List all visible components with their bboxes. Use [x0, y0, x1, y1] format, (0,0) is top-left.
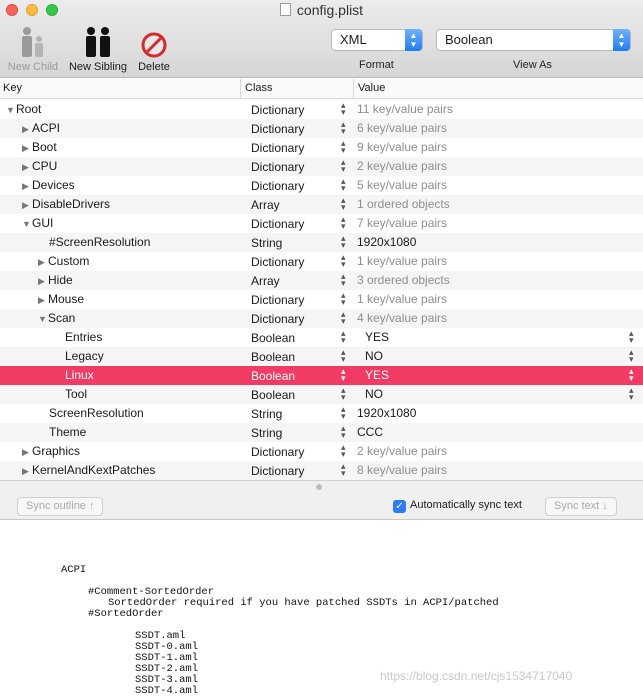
delete-icon — [141, 32, 167, 58]
outline-row-scan[interactable]: ▼Scan Dictionary ▴ ▾ 4 key/value pairs — [0, 309, 643, 328]
updown-arrows-icon[interactable]: ▴ ▾ — [341, 329, 346, 345]
outline-row-graphics[interactable]: ▶ Graphics Dictionary ▴ ▾ 2 key/value pair… — [0, 442, 643, 461]
outline-row-root[interactable]: ▼Root Dictionary ▴ ▾ 11 key/value pairs — [0, 100, 643, 119]
updown-arrows-icon[interactable]: ▴ ▾ — [341, 367, 346, 383]
auto-sync-checkbox[interactable]: ✓ — [393, 500, 406, 513]
updown-arrows-icon[interactable]: ▴ ▾ — [341, 215, 346, 231]
outline-row-gui[interactable]: ▼GUI Dictionary ▴ ▾ 7 key/value pairs — [0, 214, 643, 233]
updown-arrows-icon[interactable]: ▴ ▾ — [341, 158, 346, 174]
value-popup-arrows-icon[interactable]: ▴ ▾ — [629, 348, 634, 364]
text-line: SSDT-4.aml — [135, 685, 199, 697]
disclosure-closed-icon[interactable]: ▶ — [22, 162, 32, 173]
disclosure-closed-icon[interactable]: ▶ — [22, 466, 32, 477]
updown-arrows-icon[interactable]: ▴ ▾ — [341, 272, 346, 288]
new-sibling-icon — [86, 27, 110, 57]
column-header-class[interactable]: Class — [245, 82, 273, 94]
disclosure-open-icon[interactable]: ▼ — [6, 105, 16, 115]
updown-arrows-icon[interactable]: ▴ ▾ — [341, 462, 346, 478]
updown-arrows-icon[interactable]: ▴ ▾ — [341, 348, 346, 364]
updown-arrows-icon[interactable]: ▴ ▾ — [341, 196, 346, 212]
disclosure-closed-icon[interactable]: ▶ — [38, 257, 48, 268]
sync-text-button[interactable]: Sync text ↓ — [545, 497, 617, 516]
updown-arrows-icon[interactable]: ▴ ▾ — [341, 405, 346, 421]
new-child-button[interactable]: New Child — [5, 24, 61, 73]
disclosure-closed-icon[interactable]: ▶ — [22, 200, 32, 211]
disclosure-closed-icon[interactable]: ▶ — [38, 295, 48, 306]
updown-arrows-icon[interactable]: ▴ ▾ — [341, 424, 346, 440]
disclosure-closed-icon[interactable]: ▶ — [22, 124, 32, 135]
updown-arrows-icon[interactable]: ▴ ▾ — [341, 253, 346, 269]
updown-arrows-icon[interactable]: ▴ ▾ — [341, 234, 346, 250]
outline-row-devices[interactable]: ▶ Devices Dictionary ▴ ▾ 5 key/value pairs — [0, 176, 643, 195]
outline-row-acpi[interactable]: ▶ ACPI Dictionary ▴ ▾ 6 key/value pairs — [0, 119, 643, 138]
column-header-value[interactable]: Value — [358, 82, 385, 94]
splitter-grip-icon — [316, 484, 322, 490]
new-sibling-button[interactable]: New Sibling — [66, 24, 130, 73]
updown-arrows-icon[interactable]: ▴ ▾ — [341, 291, 346, 307]
column-divider[interactable] — [240, 79, 241, 99]
outline-row-mouse[interactable]: ▶ Mouse Dictionary ▴ ▾ 1 key/value pairs — [0, 290, 643, 309]
new-child-icon — [22, 27, 43, 57]
outline-row-theme[interactable]: Theme String ▴ ▾ CCC — [0, 423, 643, 442]
plist-outline: ▼Root Dictionary ▴ ▾ 11 key/value pairs ▶… — [0, 100, 643, 480]
split-view-divider[interactable] — [0, 480, 643, 494]
text-line: ACPI — [61, 564, 87, 576]
outline-row-tool[interactable]: Tool Boolean ▴ ▾ NO ▴ ▾ — [0, 385, 643, 404]
value-popup-arrows-icon[interactable]: ▴ ▾ — [629, 329, 634, 345]
delete-button[interactable]: Delete — [135, 24, 173, 73]
outline-row-screenresolution-comment[interactable]: #ScreenResolution String ▴ ▾ 1920x1080 — [0, 233, 643, 252]
value-popup-arrows-icon[interactable]: ▴ ▾ — [629, 367, 634, 383]
window-title: config.plist — [0, 2, 643, 18]
updown-arrows-icon[interactable]: ▴ ▾ — [341, 386, 346, 402]
value-popup-arrows-icon[interactable]: ▴ ▾ — [629, 386, 634, 402]
outline-row-custom[interactable]: ▶ Custom Dictionary ▴ ▾ 1 key/value pairs — [0, 252, 643, 271]
updown-arrows-icon[interactable]: ▴ ▾ — [341, 443, 346, 459]
disclosure-closed-icon[interactable]: ▶ — [22, 447, 32, 458]
outline-row-screenresolution[interactable]: ScreenResolution String ▴ ▾ 1920x1080 — [0, 404, 643, 423]
disclosure-closed-icon[interactable]: ▶ — [22, 143, 32, 154]
updown-arrows-icon[interactable]: ▴ ▾ — [341, 101, 346, 117]
auto-sync-label: Automatically sync text — [410, 499, 522, 511]
disclosure-closed-icon[interactable]: ▶ — [22, 181, 32, 192]
outline-row-linux[interactable]: Linux Boolean ▴ ▾ YES ▴ ▾ — [0, 366, 643, 385]
sync-outline-button[interactable]: Sync outline ↑ — [17, 497, 104, 516]
text-line: SortedOrder required if you have patched… — [108, 597, 499, 609]
text-line: #SortedOrder — [88, 608, 164, 620]
outline-row-legacy[interactable]: Legacy Boolean ▴ ▾ NO ▴ ▾ — [0, 347, 643, 366]
toolbar: config.plist New Child New Sibling Delet… — [0, 0, 643, 78]
format-popup[interactable]: XML ▲ ▼ — [331, 29, 423, 51]
updown-arrows-icon[interactable]: ▴ ▾ — [341, 139, 346, 155]
column-header-key[interactable]: Key — [3, 82, 22, 94]
disclosure-open-icon[interactable]: ▼ — [38, 314, 48, 324]
outline-row-boot[interactable]: ▶ Boot Dictionary ▴ ▾ 9 key/value pairs — [0, 138, 643, 157]
outline-header: Key Class Value — [0, 79, 643, 99]
disclosure-open-icon[interactable]: ▼ — [22, 219, 32, 229]
disclosure-closed-icon[interactable]: ▶ — [38, 276, 48, 287]
updown-arrows-icon[interactable]: ▴ ▾ — [341, 310, 346, 326]
updown-arrows-icon: ▲ ▼ — [405, 29, 422, 51]
outline-row-cpu[interactable]: ▶ CPU Dictionary ▴ ▾ 2 key/value pairs — [0, 157, 643, 176]
format-caption: Format — [359, 59, 394, 71]
document-icon — [279, 3, 291, 16]
watermark: https://blog.csdn.net/cjs1534717040 — [380, 669, 573, 683]
column-divider[interactable] — [353, 79, 354, 99]
updown-arrows-icon[interactable]: ▴ ▾ — [341, 120, 346, 136]
view-as-caption: View As — [513, 59, 552, 71]
updown-arrows-icon: ▲ ▼ — [613, 29, 630, 51]
outline-row-kernelandkextpatches[interactable]: ▶ KernelAndKextPatches Dictionary ▴ ▾ 8 ke… — [0, 461, 643, 480]
updown-arrows-icon[interactable]: ▴ ▾ — [341, 177, 346, 193]
outline-row-entries[interactable]: Entries Boolean ▴ ▾ YES ▴ ▾ — [0, 328, 643, 347]
view-as-popup[interactable]: Boolean ▲ ▼ — [436, 29, 631, 51]
outline-row-hide[interactable]: ▶ Hide Array ▴ ▾ 3 ordered objects — [0, 271, 643, 290]
sync-bar: Sync outline ↑ ✓ Automatically sync text… — [0, 494, 643, 520]
outline-row-disabledrivers[interactable]: ▶ DisableDrivers Array ▴ ▾ 1 ordered objec… — [0, 195, 643, 214]
